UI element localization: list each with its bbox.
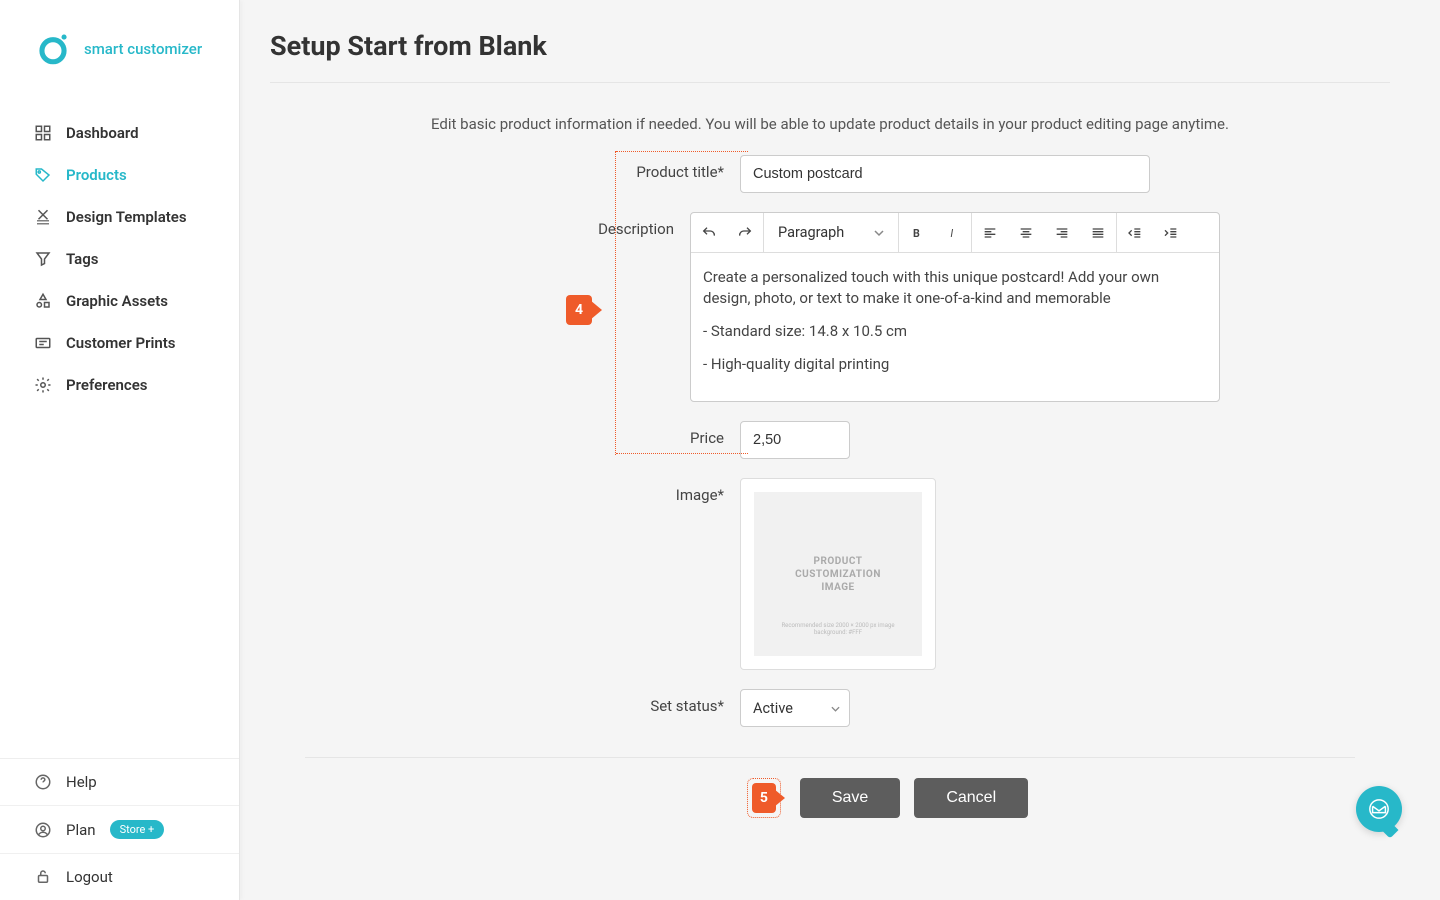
help-link[interactable]: Help [0, 759, 239, 805]
align-justify-button[interactable] [1080, 213, 1116, 253]
step-badge-5: 5 [752, 783, 776, 813]
price-input[interactable] [740, 421, 850, 459]
image-placeholder-title: PRODUCT CUSTOMIZATION IMAGE [795, 555, 881, 594]
chevron-down-icon [874, 228, 884, 238]
prints-icon [34, 334, 52, 352]
sidebar-item-label: Graphic Assets [66, 292, 168, 310]
save-button[interactable]: Save [800, 778, 900, 818]
status-value: Active [753, 700, 793, 717]
plan-label: Plan [66, 821, 96, 839]
description-label: Description [440, 212, 690, 238]
logout-label: Logout [66, 868, 113, 886]
sidebar-item-label: Design Templates [66, 208, 187, 226]
block-format-value: Paragraph [778, 224, 844, 241]
block-format-select[interactable]: Paragraph [764, 224, 898, 241]
indent-button[interactable] [1153, 213, 1189, 253]
sidebar-item-preferences[interactable]: Preferences [0, 364, 239, 406]
sidebar-item-label: Dashboard [66, 124, 139, 142]
sidebar-item-products[interactable]: Products [0, 154, 239, 196]
logo[interactable]: smart customizer [0, 0, 239, 94]
description-paragraph: - High-quality digital printing [703, 354, 1207, 375]
gear-icon [34, 376, 52, 394]
logout-link[interactable]: Logout [0, 853, 239, 900]
product-form: 4 Product title* Description [440, 155, 1220, 727]
image-placeholder-hint: Recommended size 2000 × 2000 px image ba… [754, 622, 922, 636]
filter-icon [34, 250, 52, 268]
outdent-button[interactable] [1117, 213, 1153, 253]
svg-text:B: B [913, 227, 920, 240]
sidebar-item-customer-prints[interactable]: Customer Prints [0, 322, 239, 364]
sidebar-item-design-templates[interactable]: Design Templates [0, 196, 239, 238]
description-paragraph: - Standard size: 14.8 x 10.5 cm [703, 321, 1207, 342]
bottom-nav: Help Plan Store + Logout [0, 758, 239, 900]
templates-icon [34, 208, 52, 226]
sidebar-item-label: Products [66, 166, 127, 184]
editor-content[interactable]: Create a personalized touch with this un… [691, 253, 1219, 401]
help-icon [34, 773, 52, 791]
step-badge-4: 4 [566, 295, 592, 325]
align-right-button[interactable] [1044, 213, 1080, 253]
bold-button[interactable]: B [899, 213, 935, 253]
main-nav: Dashboard Products Design Templates Tags… [0, 94, 239, 758]
undo-button[interactable] [691, 213, 727, 253]
chat-fab[interactable] [1356, 786, 1402, 832]
price-label: Price [440, 421, 740, 447]
sidebar-item-graphic-assets[interactable]: Graphic Assets [0, 280, 239, 322]
sidebar-item-label: Customer Prints [66, 334, 176, 352]
description-paragraph: Create a personalized touch with this un… [703, 267, 1207, 309]
sidebar-item-label: Preferences [66, 376, 148, 394]
shapes-icon [34, 292, 52, 310]
sidebar: smart customizer Dashboard Products Desi… [0, 0, 240, 900]
form-actions: 5 Save Cancel [440, 778, 1220, 818]
divider [270, 82, 1390, 83]
sidebar-item-label: Tags [66, 250, 99, 268]
tag-icon [34, 166, 52, 184]
plan-badge: Store + [110, 820, 165, 839]
image-upload[interactable]: PRODUCT CUSTOMIZATION IMAGE Recommended … [740, 478, 936, 670]
mail-icon [1368, 798, 1390, 820]
status-label: Set status* [440, 689, 740, 715]
sidebar-item-dashboard[interactable]: Dashboard [0, 112, 239, 154]
redo-button[interactable] [727, 213, 763, 253]
logo-text: smart customizer [84, 40, 202, 58]
align-center-button[interactable] [1008, 213, 1044, 253]
product-title-input[interactable] [740, 155, 1150, 193]
svg-text:I: I [951, 227, 954, 240]
logout-icon [34, 868, 52, 886]
status-select[interactable]: Active [740, 689, 850, 727]
rich-text-editor: Paragraph B I [690, 212, 1220, 402]
sidebar-item-tags[interactable]: Tags [0, 238, 239, 280]
cancel-button[interactable]: Cancel [914, 778, 1028, 818]
image-placeholder-content: PRODUCT CUSTOMIZATION IMAGE Recommended … [754, 492, 922, 656]
align-left-button[interactable] [972, 213, 1008, 253]
page-title: Setup Start from Blank [270, 30, 1390, 62]
product-title-label: Product title* [440, 155, 740, 181]
logo-icon [36, 32, 70, 66]
user-icon [34, 821, 52, 839]
editor-toolbar: Paragraph B I [691, 213, 1219, 253]
plan-link[interactable]: Plan Store + [0, 805, 239, 853]
main-content: Setup Start from Blank Edit basic produc… [240, 0, 1440, 900]
footer-divider [305, 757, 1355, 758]
italic-button[interactable]: I [935, 213, 971, 253]
image-label: Image* [440, 478, 740, 504]
dashboard-icon [34, 124, 52, 142]
intro-text: Edit basic product information if needed… [270, 115, 1390, 133]
help-label: Help [66, 773, 97, 791]
